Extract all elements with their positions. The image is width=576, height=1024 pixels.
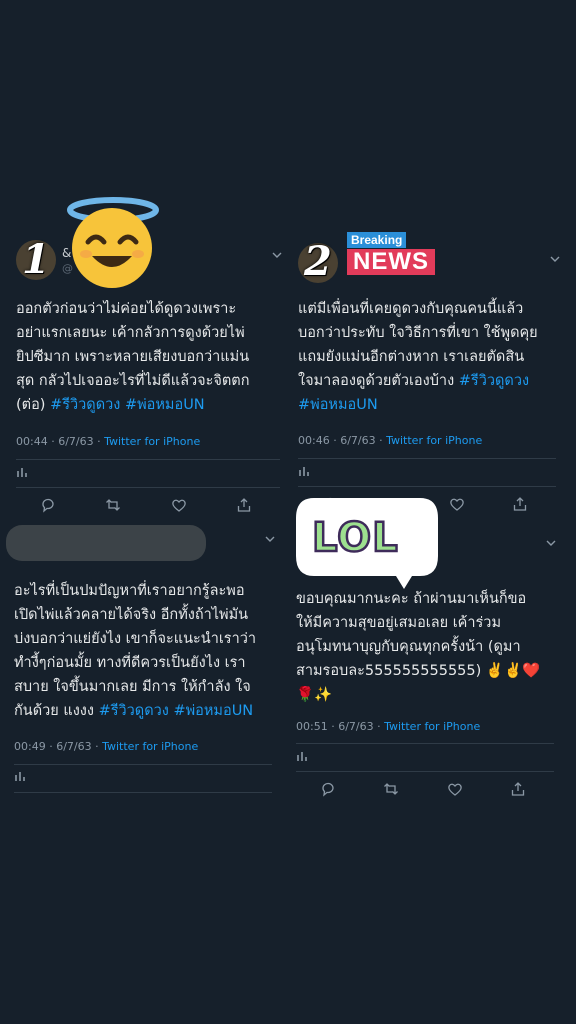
timestamp: 00:46 · 6/7/63 · [298, 434, 387, 447]
stats-icon[interactable] [14, 770, 26, 782]
news-label: NEWS [347, 249, 435, 275]
tweet-text-line: ยิปซีมาก เพราะหลายเสียงบอกว่าแม่น [16, 349, 250, 365]
source-link[interactable]: Twitter for iPhone [102, 740, 198, 753]
tweet-text: ออกตัวก่อนว่าไม่ค่อยได้ดูดวงเพราะ อย่าแร… [16, 297, 286, 417]
divider [14, 764, 272, 765]
share-icon[interactable] [512, 496, 528, 512]
share-icon[interactable] [236, 497, 252, 513]
tweet-text-line: อะไรที่เป็นปมปัญหาที่เราอยากรู้ละพอ [14, 583, 245, 599]
tweet-actions [320, 781, 526, 797]
timestamp: 00:44 · 6/7/63 · [16, 435, 105, 448]
tweet-text: ขอบคุณมากนะคะ ถ้าผ่านมาเห็นก็ขอ ให้มีควา… [296, 587, 568, 707]
tweet-text-line: อนุโมทนาบุญกับคุณทุกครั้งน้า (ดูมา [296, 639, 521, 655]
stats-icon[interactable] [296, 750, 308, 762]
stats-icon[interactable] [16, 466, 28, 478]
divider [296, 743, 554, 744]
chevron-down-icon[interactable] [550, 254, 560, 264]
hashtag-link[interactable]: #พ่อหมอUN [298, 397, 378, 413]
tweet-text-line: อย่าแรกเลยนะ เค้ากลัวการดูงด้วยไพ่ [16, 325, 245, 341]
number-sticker-1: 1 [22, 236, 50, 283]
tweet-text-line: บ่งบอกว่าแย่ยังไง เขาก็จะแนะนำเราว่า [14, 631, 257, 647]
divider [296, 771, 554, 772]
timestamp: 00:49 · 6/7/63 · [14, 740, 103, 753]
tweet-actions [40, 497, 252, 513]
tweet-timestamp: 00:46 · 6/7/63 · Twitter for iPhone [298, 434, 482, 447]
source-link[interactable]: Twitter for iPhone [104, 435, 200, 448]
tweet-text-line: สามรอบละ555555555555) ✌️✌️❤️ [296, 663, 541, 679]
tweet-text-line: บอกว่าประทับ ใจวิธีการที่เขา ใช้พูดคุย [298, 325, 538, 341]
tweet-text-line: ให้มีความสุขอยู่เสมอเลย เค้าร่วม [296, 615, 502, 631]
lol-sticker-text: LOL [311, 514, 399, 563]
tweet-text-line: แต่มีเพื่อนที่เคยดูดวงกับคุณคนนี้แล้ว [298, 301, 524, 317]
hashtag-link[interactable]: #รีวิวดูดวง #พ่อหมอUN [99, 703, 254, 719]
tweet-text-line: ทำงี้ๆก่อนมั้ย ทางที่ดีควรเป็นยังไง เรา [14, 655, 246, 671]
chevron-down-icon[interactable] [265, 534, 275, 544]
tweet-text-line: (ต่อ) [16, 397, 51, 413]
tweet-text: แต่มีเพื่อนที่เคยดูดวงกับคุณคนนี้แล้ว บอ… [298, 297, 568, 417]
smiling-face-with-halo-emoji [67, 197, 159, 288]
hashtag-link[interactable]: #รีวิวดูดวง [459, 373, 529, 389]
retweet-icon[interactable] [105, 497, 121, 513]
breaking-label: Breaking [347, 232, 407, 248]
source-link[interactable]: Twitter for iPhone [384, 720, 480, 733]
stats-icon[interactable] [298, 465, 310, 477]
redacted-author-name [6, 525, 206, 561]
tweet-timestamp: 00:49 · 6/7/63 · Twitter for iPhone [14, 740, 198, 753]
hashtag-link[interactable]: #รีวิวดูดวง #พ่อหมอUN [50, 397, 205, 413]
tweet-timestamp: 00:44 · 6/7/63 · Twitter for iPhone [16, 435, 200, 448]
tweet-text-line: เปิดไพ่แล้วคลายได้จริง อีกทั้งถ้าไพ่มัน [14, 607, 249, 623]
divider [14, 792, 272, 793]
tweet-text-line: กันด้วย แงงง [14, 703, 99, 719]
tweet-text-line: ออกตัวก่อนว่าไม่ค่อยได้ดูดวงเพราะ [16, 301, 237, 317]
source-link[interactable]: Twitter for iPhone [386, 434, 482, 447]
like-icon[interactable] [447, 781, 463, 797]
divider [298, 486, 556, 487]
breaking-news-sticker: Breaking NEWS [347, 229, 435, 275]
tweet-text-line: สุด กลัวไปเจออะไรที่ไม่ดีแล้วจะจิตตก [16, 373, 250, 389]
tweet-timestamp: 00:51 · 6/7/63 · Twitter for iPhone [296, 720, 480, 733]
divider [16, 487, 280, 488]
divider [298, 458, 556, 459]
reply-icon[interactable] [320, 781, 336, 797]
like-icon[interactable] [449, 496, 465, 512]
like-icon[interactable] [171, 497, 187, 513]
tweet-text-line: ใจมาลองดูด้วยตัวเองบ้าง [298, 373, 459, 389]
chevron-down-icon[interactable] [546, 538, 556, 548]
retweet-icon[interactable] [383, 781, 399, 797]
reply-icon[interactable] [40, 497, 56, 513]
timestamp: 00:51 · 6/7/63 · [296, 720, 385, 733]
share-icon[interactable] [510, 781, 526, 797]
divider [16, 459, 280, 460]
number-sticker-2: 2 [304, 238, 332, 285]
tweet-text-line: 🌹✨ [296, 687, 333, 703]
tweet-text: อะไรที่เป็นปมปัญหาที่เราอยากรู้ละพอ เปิด… [14, 579, 284, 723]
tweet-text-line: สบาย ใจขึ้นมากเลย มีการ ให้กำลัง ใจ [14, 679, 251, 695]
tweet-text-line: แถมยังแม่นอีกต่างหาก เราเลยตัดสิน [298, 349, 525, 365]
tweet-text-line: ขอบคุณมากนะคะ ถ้าผ่านมาเห็นก็ขอ [296, 591, 527, 607]
chevron-down-icon[interactable] [272, 250, 282, 260]
